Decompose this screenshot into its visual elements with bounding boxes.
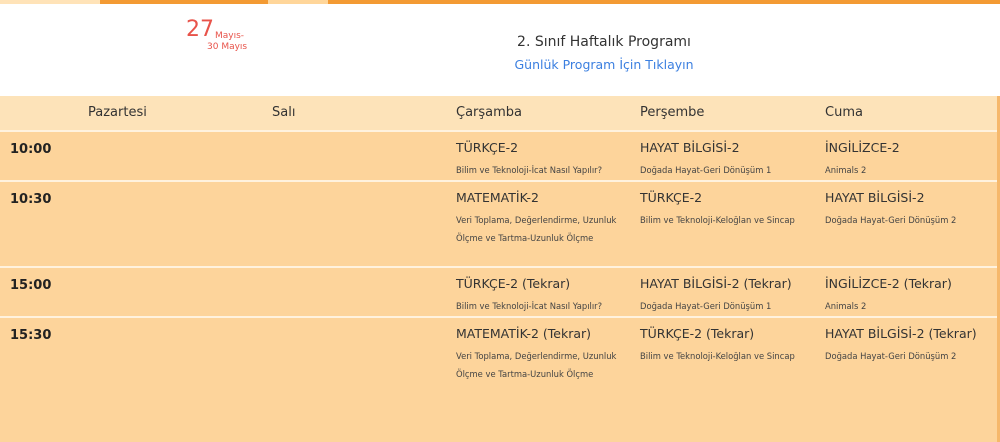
lesson-title: TÜRKÇE-2: [456, 140, 519, 155]
lesson-title: İNGİLİZCE-2: [825, 140, 900, 155]
header-carsamba: Çarşamba: [456, 105, 523, 120]
lesson-desc: Doğada Hayat-Geri Dönüşüm 2: [825, 351, 957, 361]
row-time: 10:30: [10, 192, 52, 207]
lesson-desc: Doğada Hayat-Geri Dönüşüm 1: [640, 301, 772, 311]
table-row: 10:00 TÜRKÇE-2 Bilim ve Teknoloji-İcat N…: [0, 130, 1000, 180]
lesson-title: MATEMATİK-2 (Tekrar): [456, 326, 592, 341]
lesson-cell[interactable]: HAYAT BİLGİSİ-2 (Tekrar) Doğada Hayat-Ge…: [640, 276, 818, 316]
lesson-cell[interactable]: MATEMATİK-2 Veri Toplama, Değerlendirme,…: [456, 190, 634, 247]
row-time: 15:30: [10, 328, 52, 343]
lesson-cell[interactable]: İNGİLİZCE-2 Animals 2: [825, 140, 1000, 180]
header-sali: Salı: [272, 105, 296, 120]
table-row: 15:30 MATEMATİK-2 (Tekrar) Veri Toplama,…: [0, 316, 1000, 442]
lesson-title: HAYAT BİLGİSİ-2 (Tekrar): [640, 276, 792, 291]
lesson-cell[interactable]: TÜRKÇE-2 (Tekrar) Bilim ve Teknoloji-Kel…: [640, 326, 818, 366]
table-row: 15:00 TÜRKÇE-2 (Tekrar) Bilim ve Teknolo…: [0, 266, 1000, 316]
row-time: 15:00: [10, 278, 52, 293]
lesson-desc: Bilim ve Teknoloji-İcat Nasıl Yapılır?: [456, 165, 603, 175]
lesson-desc: Animals 2: [825, 165, 867, 175]
page-title: 2. Sınıf Haftalık Programı: [517, 34, 691, 50]
table-header-row: Pazartesi Salı Çarşamba Perşembe Cuma: [0, 96, 1000, 130]
lesson-cell[interactable]: MATEMATİK-2 (Tekrar) Veri Toplama, Değer…: [456, 326, 634, 383]
lesson-desc: Bilim ve Teknoloji-İcat Nasıl Yapılır?: [456, 301, 603, 311]
date-end: 30 Mayıs: [207, 42, 248, 53]
lesson-title: İNGİLİZCE-2 (Tekrar): [825, 276, 952, 291]
lesson-cell[interactable]: TÜRKÇE-2 Bilim ve Teknoloji-Keloğlan ve …: [640, 190, 818, 230]
lesson-cell[interactable]: TÜRKÇE-2 Bilim ve Teknoloji-İcat Nasıl Y…: [456, 140, 634, 180]
lesson-title: HAYAT BİLGİSİ-2 (Tekrar): [825, 326, 977, 341]
lesson-desc: Bilim ve Teknoloji-Keloğlan ve Sincap: [640, 351, 795, 361]
lesson-desc: Veri Toplama, Değerlendirme, Uzunluk Ölç…: [456, 215, 617, 243]
lesson-desc: Doğada Hayat-Geri Dönüşüm 1: [640, 165, 772, 175]
header-pazartesi: Pazartesi: [88, 105, 147, 120]
header-cuma: Cuma: [825, 105, 863, 120]
lesson-desc: Veri Toplama, Değerlendirme, Uzunluk Ölç…: [456, 351, 617, 379]
lesson-title: TÜRKÇE-2 (Tekrar): [640, 326, 755, 341]
lesson-desc: Animals 2: [825, 301, 867, 311]
lesson-title: HAYAT BİLGİSİ-2: [640, 140, 740, 155]
weekly-schedule-table: Pazartesi Salı Çarşamba Perşembe Cuma 10…: [0, 96, 1000, 442]
lesson-title: TÜRKÇE-2 (Tekrar): [456, 276, 571, 291]
header-persembe: Perşembe: [640, 105, 705, 120]
lesson-desc: Bilim ve Teknoloji-Keloğlan ve Sincap: [640, 215, 795, 225]
lesson-title: TÜRKÇE-2: [640, 190, 703, 205]
lesson-cell[interactable]: HAYAT BİLGİSİ-2 Doğada Hayat-Geri Dönüşü…: [640, 140, 818, 180]
date-day: 27: [186, 17, 214, 42]
page-header: 27Mayıs- 30 Mayıs 2. Sınıf Haftalık Prog…: [0, 4, 1000, 96]
daily-program-link[interactable]: Günlük Program İçin Tıklayın: [404, 57, 804, 72]
lesson-cell[interactable]: TÜRKÇE-2 (Tekrar) Bilim ve Teknoloji-İca…: [456, 276, 634, 316]
table-row: 10:30 MATEMATİK-2 Veri Toplama, Değerlen…: [0, 180, 1000, 266]
lesson-cell[interactable]: HAYAT BİLGİSİ-2 (Tekrar) Doğada Hayat-Ge…: [825, 326, 1000, 366]
date-month-start: Mayıs-: [215, 31, 245, 42]
lesson-title: MATEMATİK-2: [456, 190, 539, 205]
lesson-title: HAYAT BİLGİSİ-2: [825, 190, 925, 205]
row-time: 10:00: [10, 142, 52, 157]
lesson-desc: Doğada Hayat-Geri Dönüşüm 2: [825, 215, 957, 225]
lesson-cell[interactable]: İNGİLİZCE-2 (Tekrar) Animals 2: [825, 276, 1000, 316]
date-range: 27Mayıs- 30 Mayıs: [186, 17, 276, 53]
lesson-cell[interactable]: HAYAT BİLGİSİ-2 Doğada Hayat-Geri Dönüşü…: [825, 190, 1000, 230]
